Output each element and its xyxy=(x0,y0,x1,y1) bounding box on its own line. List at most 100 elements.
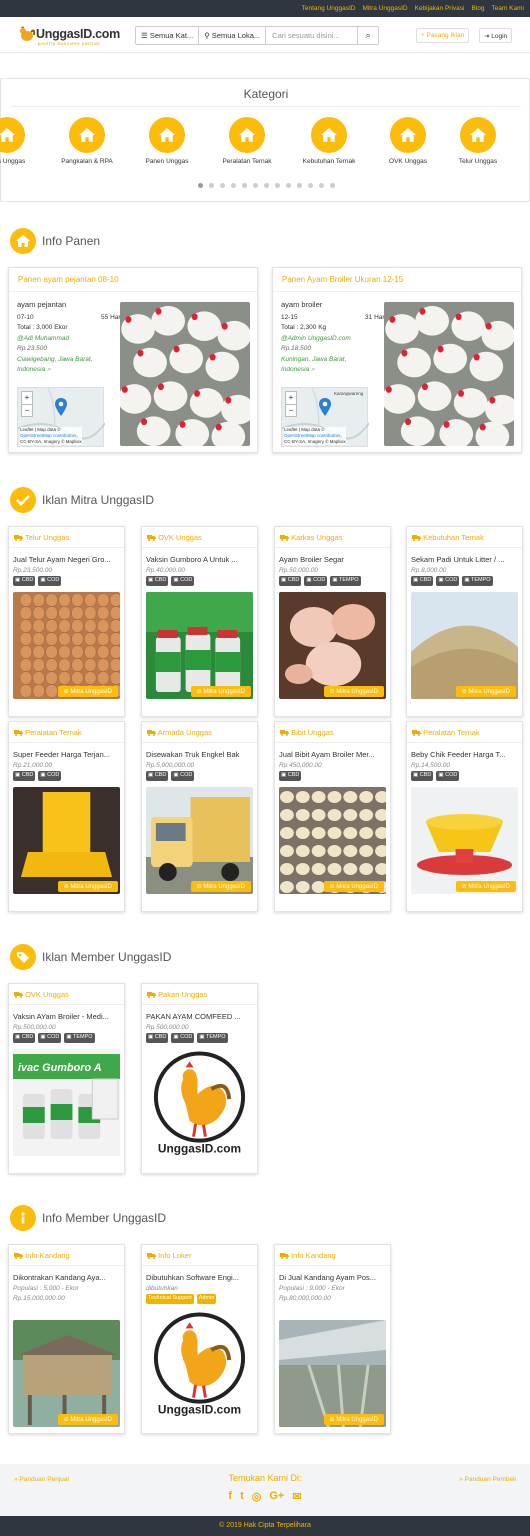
listing-image[interactable]: ⊘ Mitra UnggasID xyxy=(279,592,386,699)
listing-title[interactable]: Sekam Padi Untuk Litter / ... xyxy=(407,555,522,564)
harvest-user[interactable]: @Admin UnggasID.com xyxy=(281,334,386,345)
listing-image[interactable]: ⊘ Mitra UnggasID xyxy=(146,787,253,894)
category-item[interactable]: Pangkalan & RPA xyxy=(47,117,127,165)
carousel-dot[interactable] xyxy=(274,183,280,188)
category-item[interactable]: Telur Unggas xyxy=(438,117,518,165)
twitter-icon[interactable]: t xyxy=(240,1490,244,1503)
listing-image[interactable]: ⊘ Mitra UnggasID xyxy=(279,787,386,894)
listing-image[interactable]: ⊘ Mitra UnggasID xyxy=(13,592,120,699)
category-select[interactable]: ☰ Semua Kat... xyxy=(136,27,200,44)
carousel-dot[interactable] xyxy=(318,183,324,188)
zoom-out-button[interactable]: − xyxy=(286,404,296,417)
listing-card[interactable]: OVK Unggas Vaksin AYam Broiler - Medi...… xyxy=(8,983,125,1174)
listing-category[interactable]: Armada Unggas xyxy=(142,722,257,743)
listing-category[interactable]: OVK Unggas xyxy=(9,984,124,1005)
listing-image[interactable]: UnggasID.com xyxy=(146,1049,253,1156)
listing-card[interactable]: Telur Unggas Jual Telur Ayam Negeri Gro.… xyxy=(8,526,125,717)
harvest-card[interactable]: Panen ayam pejantan 08-10 ayam pejantan … xyxy=(8,267,258,453)
nav-about[interactable]: Tentang UnggasID xyxy=(302,5,356,12)
carousel-dot[interactable] xyxy=(329,183,335,188)
zoom-in-button[interactable]: + xyxy=(22,392,32,404)
nav-privacy[interactable]: Kebijakan Privasi xyxy=(415,5,465,12)
listing-title[interactable]: Super Feeder Harga Terjan... xyxy=(9,750,124,759)
carousel-dot[interactable] xyxy=(285,183,291,188)
listing-image[interactable]: ⊘ Mitra UnggasID xyxy=(411,592,518,699)
zoom-out-button[interactable]: − xyxy=(22,404,32,417)
listing-title[interactable]: PAKAN AYAM COMFEED ... xyxy=(142,1012,257,1021)
listing-category[interactable]: Peralatan Ternak xyxy=(407,722,522,743)
nav-blog[interactable]: Blog xyxy=(471,5,484,12)
listing-image[interactable]: ⊘ Mitra UnggasID xyxy=(279,1320,386,1427)
carousel-dot[interactable] xyxy=(241,183,247,188)
zoom-in-button[interactable]: + xyxy=(286,392,296,404)
location-map[interactable]: Karangwareng + − Leaflet | Map data © Open… xyxy=(281,387,369,448)
listing-category[interactable]: Info Kandang xyxy=(9,1245,124,1266)
harvest-user[interactable]: @Adi Muhammad xyxy=(17,334,122,345)
listing-card[interactable]: Peralatan Ternak Super Feeder Harga Terj… xyxy=(8,721,125,912)
location-map[interactable]: + − Leaflet | Map data © OpenStreetMap con… xyxy=(17,387,105,448)
carousel-dot[interactable] xyxy=(230,183,236,188)
post-ad-button[interactable]: + Pasang Iklan xyxy=(416,28,470,43)
harvest-photo[interactable] xyxy=(384,302,514,446)
listing-card[interactable]: Bibit Unggas Jual Bibit Ayam Broiler Mer… xyxy=(274,721,391,912)
search-input[interactable]: Cari sesuatu disini... xyxy=(266,27,359,44)
harvest-card[interactable]: Panen Ayam Broiler Ukuran 12-15 ayam bro… xyxy=(272,267,522,453)
nav-team[interactable]: Team Kami xyxy=(491,5,524,12)
carousel-dot[interactable] xyxy=(307,183,313,188)
carousel-dot[interactable] xyxy=(252,183,258,188)
carousel-dot[interactable] xyxy=(208,183,214,188)
listing-card[interactable]: Pakan Unggas PAKAN AYAM COMFEED ... Rp.5… xyxy=(141,983,258,1174)
listing-card[interactable]: Peralatan Ternak Beby Chik Feeder Harga … xyxy=(406,721,523,912)
listing-category[interactable]: Info Kandang xyxy=(275,1245,390,1266)
listing-title[interactable]: Beby Chik Feeder Harga T... xyxy=(407,750,522,759)
listing-image[interactable]: ⊘ Mitra UnggasID xyxy=(13,1320,120,1427)
listing-title[interactable]: Jual Telur Ayam Negeri Gro... xyxy=(9,555,124,564)
listing-card[interactable]: Info Kandang Di Jual Kandang Ayam Pos...… xyxy=(274,1244,391,1434)
category-item[interactable]: Panen Unggas xyxy=(127,117,207,165)
buyer-guide-link[interactable]: » Panduan Pembeli xyxy=(459,1476,516,1483)
carousel-dot[interactable] xyxy=(219,183,225,188)
carousel-dot[interactable] xyxy=(197,183,203,188)
listing-category[interactable]: Peralatan Ternak xyxy=(9,722,124,743)
carousel-dot[interactable] xyxy=(263,183,269,188)
listing-category[interactable]: Telur Unggas xyxy=(9,527,124,548)
listing-card[interactable]: Armada Unggas Disewakan Truk Engkel Bak … xyxy=(141,721,258,912)
listing-image[interactable]: ⊘ Mitra UnggasID xyxy=(411,787,518,894)
harvest-photo[interactable] xyxy=(120,302,250,446)
carousel-dot[interactable] xyxy=(296,183,302,188)
listing-category[interactable]: OVK Unggas xyxy=(142,527,257,548)
listing-image[interactable]: ⊘ Mitra UnggasID xyxy=(146,592,253,699)
listing-title[interactable]: Dibutuhkan Software Engi... xyxy=(142,1273,257,1282)
listing-image[interactable]: ⊘ Mitra UnggasID xyxy=(13,787,120,894)
listing-category[interactable]: Info Loker xyxy=(142,1245,257,1266)
listing-category[interactable]: Karkas Unggas xyxy=(275,527,390,548)
listing-card[interactable]: OVK Unggas Vaksin Gumboro A Untuk ... Rp… xyxy=(141,526,258,717)
listing-card[interactable]: Info Loker Dibutuhkan Software Engi... d… xyxy=(141,1244,258,1434)
facebook-icon[interactable]: f xyxy=(228,1490,232,1503)
listing-category[interactable]: Kebutuhan Ternak xyxy=(407,527,522,548)
listing-title[interactable]: Vaksin AYam Broiler - Medi... xyxy=(9,1012,124,1021)
harvest-title[interactable]: Panen Ayam Broiler Ukuran 12-15 xyxy=(273,268,521,292)
location-select[interactable]: ⚲ Semua Loka... xyxy=(199,27,267,44)
listing-card[interactable]: Karkas Unggas Ayam Broiler Segar Rp.50,0… xyxy=(274,526,391,717)
google-plus-icon[interactable]: G+ xyxy=(269,1490,284,1503)
listing-title[interactable]: Di Jual Kandang Ayam Pos... xyxy=(275,1273,390,1282)
listing-card[interactable]: Info Kandang Dikontrakan Kandang Aya... … xyxy=(8,1244,125,1434)
email-icon[interactable]: ✉ xyxy=(292,1490,301,1503)
instagram-icon[interactable]: ◎ xyxy=(252,1490,262,1503)
listing-image[interactable]: ivac Gumboro A xyxy=(13,1049,120,1156)
category-item[interactable]: Peralatan Ternak xyxy=(207,117,287,165)
listing-category[interactable]: Bibit Unggas xyxy=(275,722,390,743)
nav-partners[interactable]: Mitra UnggasID xyxy=(362,5,407,12)
listing-card[interactable]: Kebutuhan Ternak Sekam Padi Untuk Litter… xyxy=(406,526,523,717)
listing-title[interactable]: Disewakan Truk Engkel Bak xyxy=(142,750,257,759)
login-button[interactable]: ⇥ Login xyxy=(479,28,513,43)
category-item[interactable]: OVK Unggas xyxy=(368,117,448,165)
listing-title[interactable]: Vaksin Gumboro A Untuk ... xyxy=(142,555,257,564)
listing-category[interactable]: Pakan Unggas xyxy=(142,984,257,1005)
listing-title[interactable]: Jual Bibit Ayam Broiler Mer... xyxy=(275,750,390,759)
category-item[interactable]: Kebutuhan Ternak xyxy=(289,117,369,165)
listing-image[interactable]: UnggasID.com xyxy=(146,1310,253,1417)
category-item[interactable]: rkas Unggas xyxy=(0,117,47,165)
logo[interactable]: UnggasID.com poultry business partner xyxy=(18,26,120,46)
